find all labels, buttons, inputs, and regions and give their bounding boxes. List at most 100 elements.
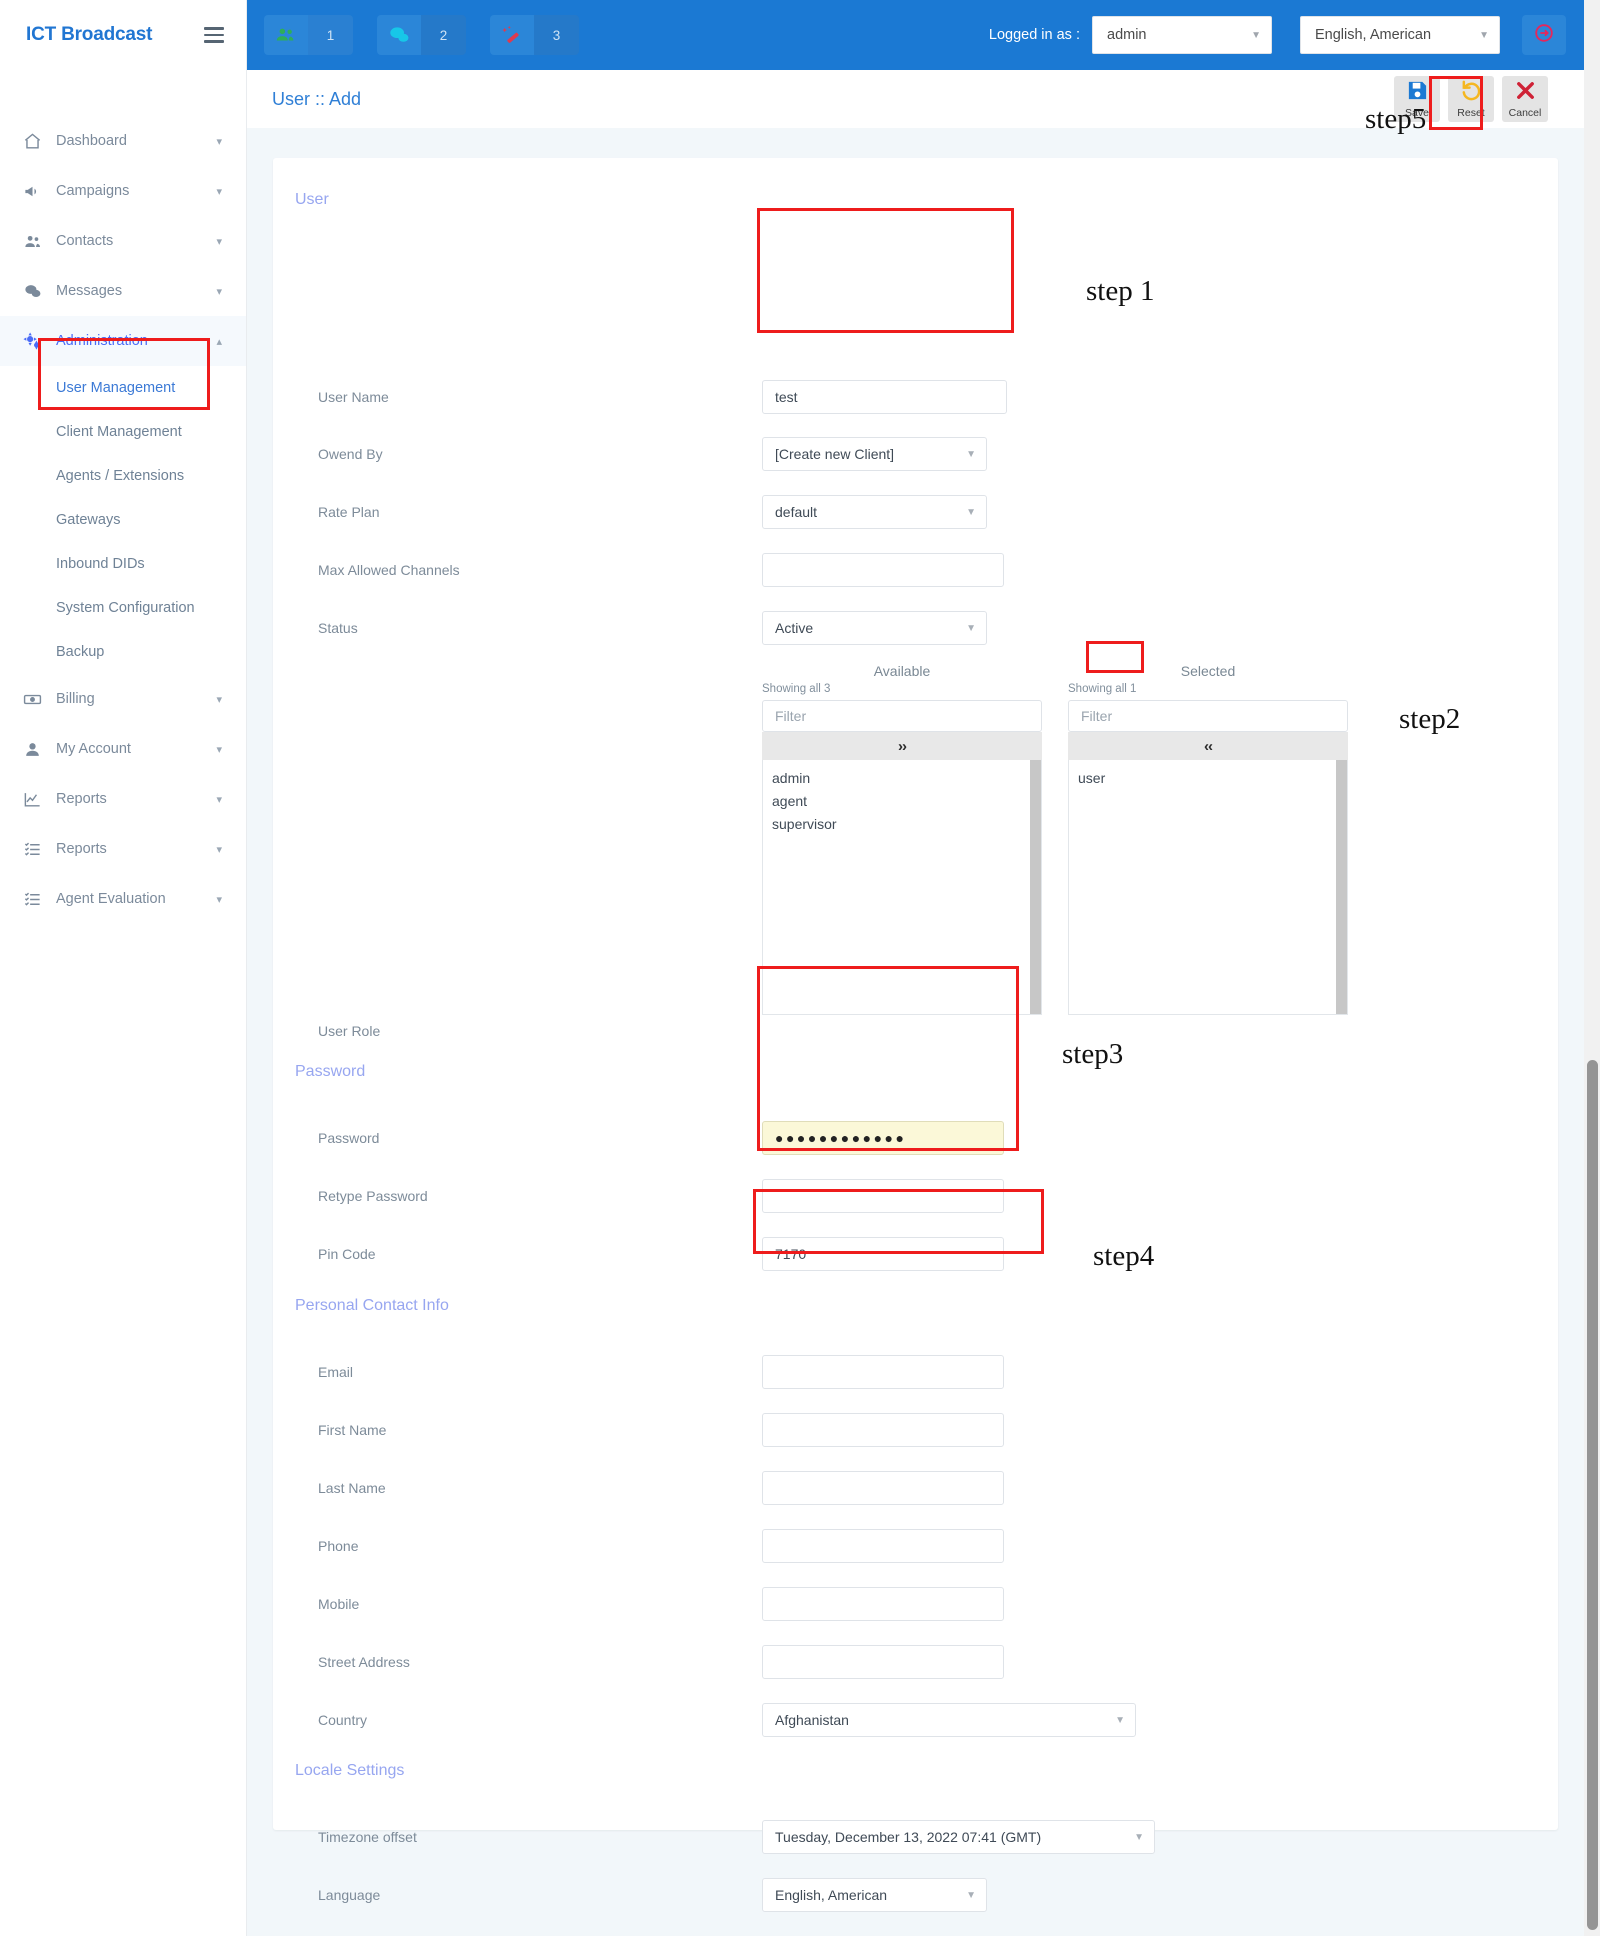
first-name-input[interactable] <box>762 1413 1004 1447</box>
sidebar-item-system-configuration[interactable]: System Configuration <box>0 586 246 630</box>
badge-users-count: 1 <box>308 15 353 55</box>
user-role-label: User Role <box>318 1023 381 1039</box>
max-channels-input[interactable] <box>762 553 1004 587</box>
selected-options-list[interactable]: user <box>1068 760 1348 1015</box>
selected-list-scrollbar[interactable] <box>1336 760 1347 1014</box>
chevron-down-icon: ▼ <box>1134 1831 1144 1843</box>
available-list-scrollbar[interactable] <box>1030 760 1041 1014</box>
sidebar-item-dashboard[interactable]: Dashboard ▾ <box>0 116 246 166</box>
list-item[interactable]: admin <box>763 767 1041 790</box>
user-select[interactable]: admin ▼ <box>1092 16 1272 54</box>
section-title-contact: Personal Contact Info <box>295 1297 449 1314</box>
sidebar-item-label: Messages <box>56 283 123 299</box>
pin-code-input[interactable]: 7170 <box>762 1237 1004 1271</box>
list-item[interactable]: supervisor <box>763 813 1041 836</box>
person-icon <box>22 739 42 759</box>
sidebar-item-billing[interactable]: Billing ▾ <box>0 674 246 724</box>
badge-magic[interactable]: 3 <box>490 15 579 55</box>
selected-filter-input[interactable]: Filter <box>1068 700 1348 732</box>
badge-chat-count: 2 <box>421 15 466 55</box>
message-icon <box>22 281 42 301</box>
sidebar-item-reports-analytics[interactable]: Reports ▾ <box>0 774 246 824</box>
available-options-list[interactable]: admin agent supervisor <box>762 760 1042 1015</box>
annotation-step2: step2 <box>1399 703 1461 735</box>
sidebar-item-administration[interactable]: Administration ▴ <box>0 316 246 366</box>
badge-chat[interactable]: 2 <box>377 15 466 55</box>
sidebar-item-inbound-dids[interactable]: Inbound DIDs <box>0 542 246 586</box>
section-title-password: Password <box>295 1063 366 1080</box>
last-name-input[interactable] <box>762 1471 1004 1505</box>
password-input[interactable]: ●●●●●●●●●●●● <box>762 1121 1004 1155</box>
list-item[interactable]: agent <box>763 790 1041 813</box>
sidebar-item-contacts[interactable]: Contacts ▾ <box>0 216 246 266</box>
breadcrumb: User :: Add <box>272 88 362 109</box>
logout-button[interactable] <box>1522 15 1566 55</box>
money-icon <box>22 689 42 709</box>
move-right-button[interactable]: ›› <box>762 732 1042 760</box>
sidebar-item-reports-list[interactable]: Reports ▾ <box>0 824 246 874</box>
country-value: Afghanistan <box>775 1712 849 1728</box>
badge-users[interactable]: 1 <box>264 15 353 55</box>
phone-input[interactable] <box>762 1529 1004 1563</box>
sidebar-item-campaigns[interactable]: Campaigns ▾ <box>0 166 246 216</box>
owned-by-select[interactable]: [Create new Client] ▼ <box>762 437 987 471</box>
reset-button-label: Reset <box>1457 107 1485 120</box>
sidebar-item-agents-extensions[interactable]: Agents / Extensions <box>0 454 246 498</box>
first-name-label: First Name <box>318 1422 387 1438</box>
hamburger-menu-icon[interactable] <box>204 27 224 43</box>
user-select-value: admin <box>1107 27 1147 43</box>
email-input[interactable] <box>762 1355 1004 1389</box>
annotation-step1: step 1 <box>1086 275 1155 307</box>
user-add-form-card: User User Name test Owend By [Create new… <box>273 158 1558 1912</box>
sidebar-item-gateways[interactable]: Gateways <box>0 498 246 542</box>
max-channels-label: Max Allowed Channels <box>318 562 460 578</box>
selected-count: Showing all 1 <box>1068 683 1137 695</box>
sidebar-item-my-account[interactable]: My Account ▾ <box>0 724 246 774</box>
rate-plan-select[interactable]: default ▼ <box>762 495 987 529</box>
move-left-button[interactable]: ‹‹ <box>1068 732 1348 760</box>
chevron-down-icon: ▾ <box>216 893 222 906</box>
page-scrollbar-thumb[interactable] <box>1587 1060 1598 1670</box>
dual-list-selected: Selected Showing all 1 Filter ‹‹ user <box>1068 663 1348 1015</box>
dual-list-available: Available Showing all 3 Filter ›› admin … <box>762 663 1042 1015</box>
chevron-up-icon: ▴ <box>216 335 222 348</box>
contacts-icon <box>22 231 42 251</box>
country-select[interactable]: Afghanistan ▼ <box>762 1703 1136 1737</box>
mobile-input[interactable] <box>762 1587 1004 1621</box>
sidebar-item-label: Reports <box>56 791 107 807</box>
list-item[interactable]: user <box>1069 767 1347 790</box>
language-select-form[interactable]: English, American ▼ <box>762 1878 987 1912</box>
topbar-right: Logged in as : admin ▼ English, American… <box>989 15 1584 55</box>
sidebar-item-backup[interactable]: Backup <box>0 630 246 674</box>
list-check-icon <box>22 889 42 909</box>
street-address-label: Street Address <box>318 1654 410 1670</box>
sidebar-item-client-management[interactable]: Client Management <box>0 410 246 454</box>
available-filter-input[interactable]: Filter <box>762 700 1042 732</box>
status-select[interactable]: Active ▼ <box>762 611 987 645</box>
logged-in-label: Logged in as : <box>988 27 1080 43</box>
sidebar-item-agent-evaluation[interactable]: Agent Evaluation ▾ <box>0 874 246 924</box>
cancel-button[interactable]: Cancel <box>1502 76 1548 122</box>
timezone-select[interactable]: Tuesday, December 13, 2022 07:41 (GMT) ▼ <box>762 1820 1155 1854</box>
last-name-label: Last Name <box>318 1480 386 1496</box>
rate-plan-value: default <box>775 504 818 520</box>
available-title: Available <box>873 663 931 679</box>
sidebar-item-label: Agent Evaluation <box>56 891 166 907</box>
available-count: Showing all 3 <box>762 683 831 695</box>
user-name-input[interactable]: test <box>762 380 1007 414</box>
sidebar-item-label: Dashboard <box>56 133 127 149</box>
phone-label: Phone <box>318 1538 359 1554</box>
language-select[interactable]: English, American ▼ <box>1300 16 1500 54</box>
email-label: Email <box>318 1364 354 1380</box>
user-name-label: User Name <box>318 389 389 405</box>
page-scrollbar-thumb-secondary[interactable] <box>1587 1660 1598 1930</box>
sidebar-item-user-management[interactable]: User Management <box>0 366 246 410</box>
sidebar-nav: Dashboard ▾ Campaigns ▾ Contacts ▾ Messa… <box>0 116 246 924</box>
retype-password-input[interactable] <box>762 1179 1004 1213</box>
reset-button[interactable]: Reset <box>1448 76 1494 122</box>
street-address-input[interactable] <box>762 1645 1004 1679</box>
chevron-down-icon: ▼ <box>966 448 976 460</box>
sidebar-item-messages[interactable]: Messages ▾ <box>0 266 246 316</box>
sidebar-item-label: Administration <box>56 333 148 349</box>
topbar-badges: 1 2 3 <box>264 15 579 55</box>
